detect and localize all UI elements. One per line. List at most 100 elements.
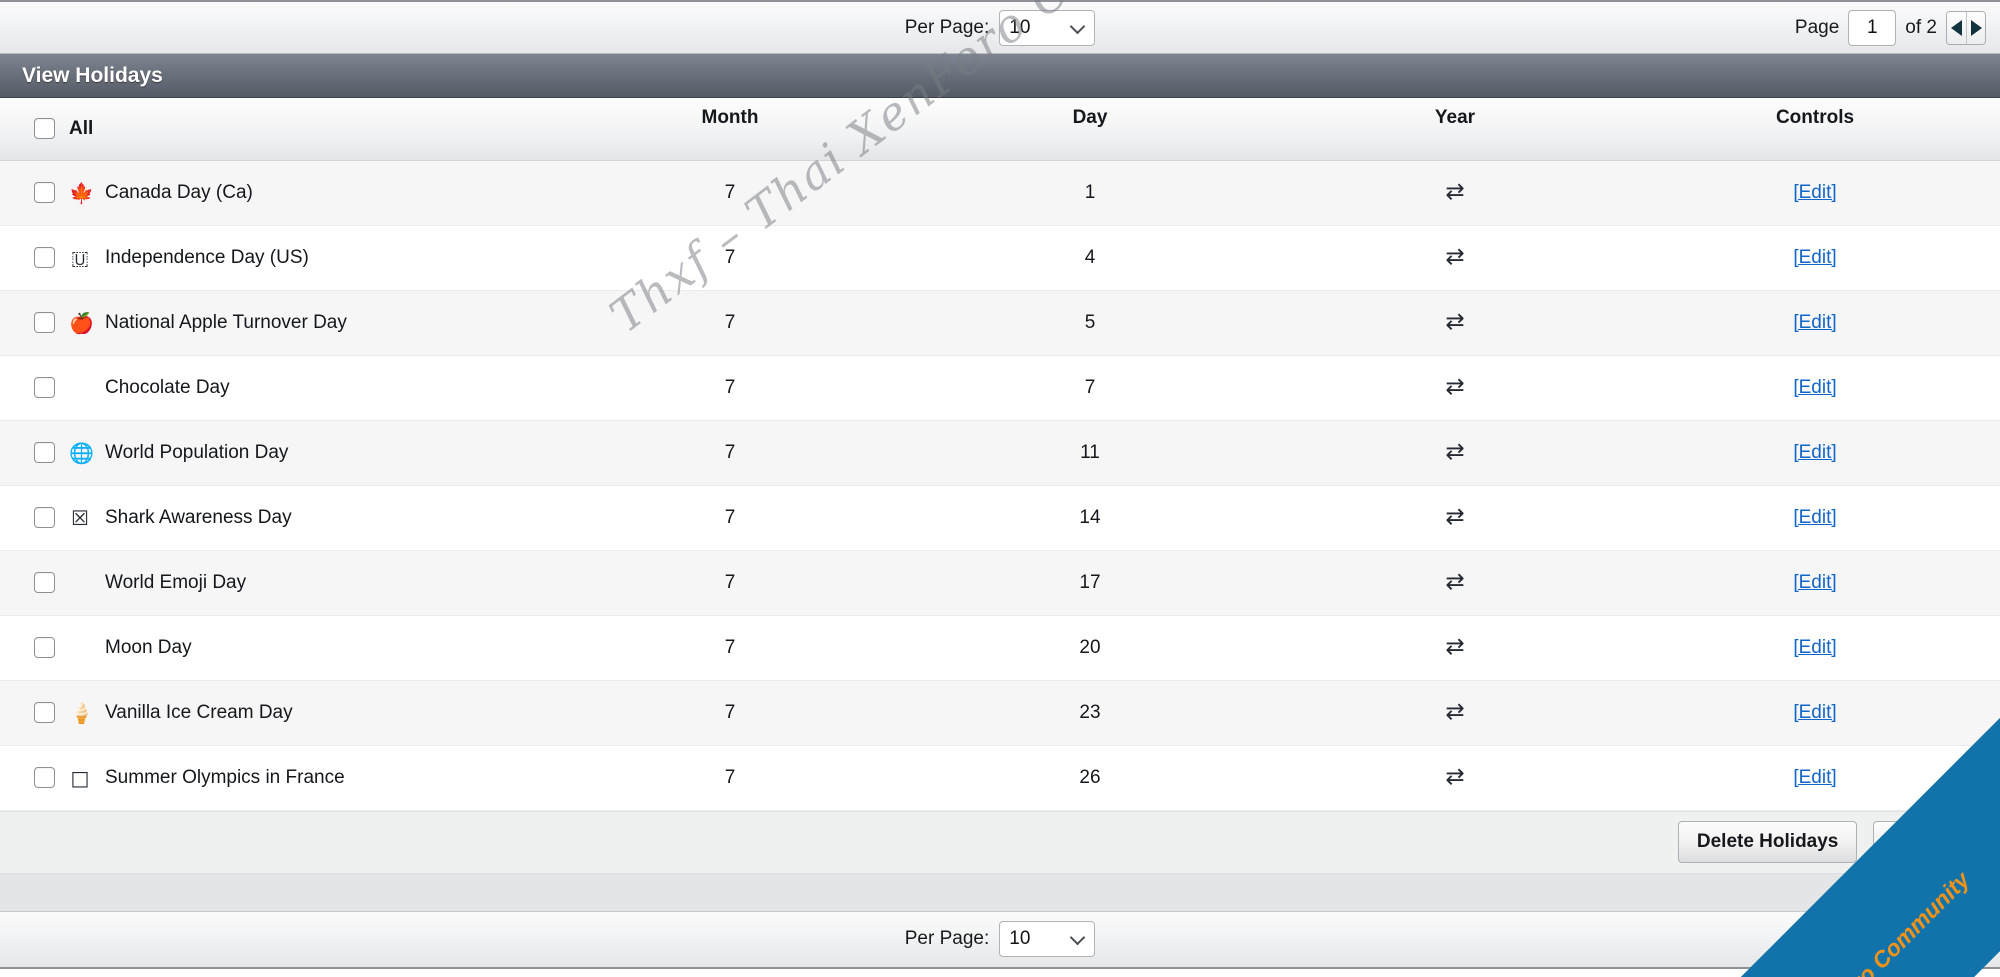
- top-pagination-bar: Per Page: 10 Page of 2: [0, 0, 2000, 54]
- per-page-select-bottom[interactable]: 10: [999, 921, 1096, 957]
- select-all-checkbox[interactable]: [34, 118, 55, 140]
- year-cell: ⇄: [1280, 420, 1630, 486]
- page-number-input-top[interactable]: [1848, 9, 1897, 46]
- chevron-down-icon: [1069, 18, 1086, 34]
- next-page-button-top[interactable]: [1966, 11, 1985, 44]
- year-cell: ⇄: [1280, 680, 1630, 746]
- edit-link[interactable]: [Edit]: [1793, 572, 1836, 593]
- ice-cream-cone-icon: 🍦: [69, 700, 94, 725]
- day-cell: 11: [900, 420, 1280, 486]
- edit-link[interactable]: [Edit]: [1793, 507, 1836, 528]
- holidays-table: All Month Day Year Controls 🍁 Canada Day …: [0, 98, 2000, 811]
- month-cell: 7: [560, 615, 900, 681]
- page-label-bottom: Page: [1794, 928, 1840, 949]
- table-row: World Emoji Day 7 17 ⇄ [Edit]: [0, 550, 2000, 616]
- month-cell: 7: [560, 485, 900, 551]
- month-cell: 7: [560, 680, 900, 746]
- month-cell: 7: [560, 550, 900, 616]
- row-checkbox[interactable]: [34, 182, 55, 203]
- page-total-top: of 2: [1905, 16, 1937, 38]
- page-root: Per Page: 10 Page of 2 View Holidays: [0, 0, 2000, 977]
- edit-link[interactable]: [Edit]: [1793, 767, 1836, 788]
- holiday-name-cell: Moon Day: [0, 615, 560, 681]
- row-checkbox[interactable]: [34, 377, 55, 398]
- controls-cell: [Edit]: [1630, 160, 2000, 226]
- page-number-input-bottom[interactable]: [1848, 921, 1897, 957]
- day-cell: 23: [900, 680, 1280, 746]
- controls-cell: [Edit]: [1630, 485, 2000, 551]
- per-page-group-bottom: Per Page: 10: [0, 921, 2000, 957]
- edit-link[interactable]: [Edit]: [1793, 312, 1836, 333]
- bottom-pagination-bar: Per Page: 10 Page of 2: [0, 910, 2000, 969]
- month-cell: 7: [560, 225, 900, 291]
- holiday-name: Chocolate Day: [105, 376, 230, 398]
- year-cell: ⇄: [1280, 355, 1630, 421]
- table-row: 🍁 Canada Day (Ca) 7 1 ⇄ [Edit]: [0, 160, 2000, 226]
- row-checkbox[interactable]: [34, 767, 55, 788]
- header-all-label: All: [69, 117, 94, 139]
- row-checkbox[interactable]: [34, 637, 55, 658]
- next-page-button-bottom[interactable]: [1966, 923, 1985, 955]
- controls-cell: [Edit]: [1630, 225, 2000, 291]
- per-page-value-top: 10: [1009, 16, 1031, 38]
- table-row: 🍎 National Apple Turnover Day 7 5 ⇄ [Edit]: [0, 290, 2000, 356]
- per-page-label-top: Per Page:: [904, 16, 990, 38]
- controls-cell: [Edit]: [1630, 355, 2000, 421]
- day-cell: 26: [900, 745, 1280, 811]
- edit-link[interactable]: [Edit]: [1793, 442, 1836, 463]
- edit-link[interactable]: [Edit]: [1793, 182, 1836, 203]
- holiday-name-cell: 🍎 National Apple Turnover Day: [0, 290, 560, 356]
- holiday-name: Canada Day (Ca): [105, 181, 253, 203]
- recurring-icon: ⇄: [1445, 763, 1465, 790]
- holiday-name-cell: World Emoji Day: [0, 550, 560, 616]
- page-title: View Holidays: [22, 63, 163, 87]
- page-nav-group-top: Page of 2: [1795, 9, 1986, 46]
- table-row: ☒ Shark Awareness Day 7 14 ⇄ [Edit]: [0, 485, 2000, 551]
- holiday-name: National Apple Turnover Day: [105, 311, 347, 333]
- table-row: 🇺 Independence Day (US) 7 4 ⇄ [Edit]: [0, 225, 2000, 291]
- edit-link[interactable]: [Edit]: [1793, 637, 1836, 658]
- recurring-icon: ⇄: [1445, 503, 1465, 530]
- triangle-left-icon: [1951, 19, 1962, 36]
- section-title-bar: View Holidays: [0, 54, 2000, 98]
- year-cell: ⇄: [1280, 745, 1630, 811]
- edit-link[interactable]: [Edit]: [1793, 702, 1836, 723]
- recurring-icon: ⇄: [1445, 568, 1465, 595]
- add-holiday-button[interactable]: Holiday: [1873, 821, 1980, 863]
- day-cell: 7: [900, 355, 1280, 421]
- holiday-name: Independence Day (US): [105, 246, 309, 268]
- per-page-label-bottom: Per Page:: [904, 928, 990, 949]
- delete-holidays-button[interactable]: Delete Holidays: [1677, 821, 1858, 863]
- prev-page-button-bottom[interactable]: [1947, 923, 1966, 955]
- recurring-icon: ⇄: [1445, 698, 1465, 725]
- month-cell: 7: [560, 745, 900, 811]
- triangle-right-icon: [1970, 931, 1982, 947]
- edit-link[interactable]: [Edit]: [1793, 247, 1836, 268]
- holiday-name: World Emoji Day: [105, 571, 247, 593]
- row-checkbox[interactable]: [34, 572, 55, 593]
- month-cell: 7: [560, 290, 900, 356]
- table-row: 🌐 World Population Day 7 11 ⇄ [Edit]: [0, 420, 2000, 486]
- row-checkbox[interactable]: [34, 507, 55, 528]
- day-cell: 4: [900, 225, 1280, 291]
- per-page-group-top: Per Page: 10: [0, 9, 2000, 46]
- header-all: All: [0, 98, 560, 161]
- per-page-select-top[interactable]: 10: [999, 9, 1096, 46]
- holiday-name: Summer Olympics in France: [105, 766, 345, 788]
- year-cell: ⇄: [1280, 550, 1630, 616]
- triangle-right-icon: [1970, 19, 1982, 36]
- table-body: 🍁 Canada Day (Ca) 7 1 ⇄ [Edit] 🇺 Independence D…: [0, 160, 2000, 811]
- triangle-left-icon: [1951, 931, 1962, 947]
- day-cell: 5: [900, 290, 1280, 356]
- row-checkbox[interactable]: [34, 312, 55, 333]
- page-nav-buttons-bottom: [1946, 922, 1986, 956]
- table-footer-spacer: [0, 872, 2000, 911]
- row-checkbox[interactable]: [34, 442, 55, 463]
- prev-page-button-top[interactable]: [1947, 11, 1966, 44]
- row-checkbox[interactable]: [34, 702, 55, 723]
- row-checkbox[interactable]: [34, 247, 55, 268]
- edit-link[interactable]: [Edit]: [1793, 377, 1836, 398]
- holiday-name-cell: 🍁 Canada Day (Ca): [0, 160, 560, 226]
- chevron-down-icon: [1069, 929, 1086, 946]
- page-nav-group-bottom: Page of 2: [1795, 921, 1986, 957]
